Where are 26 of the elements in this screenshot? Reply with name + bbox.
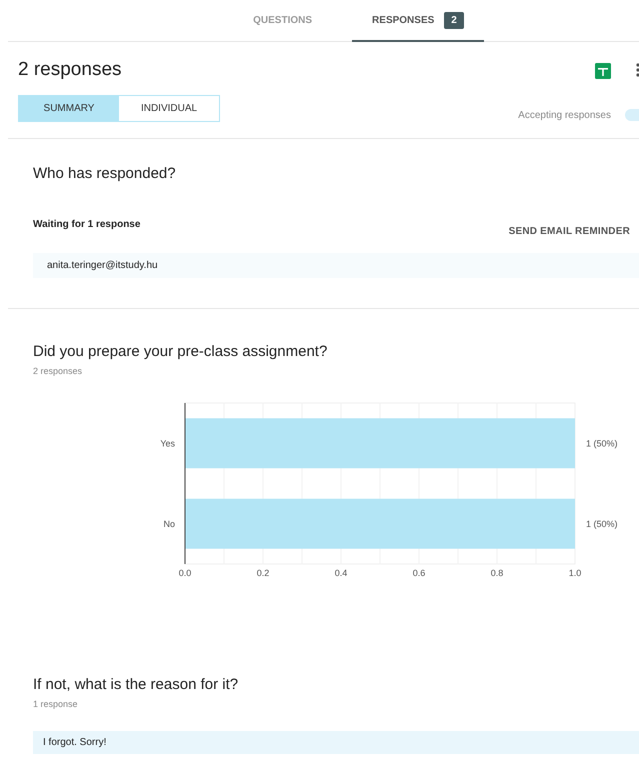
response-count: 1 response (33, 699, 79, 709)
tick-label: 0.0 (178, 568, 192, 578)
answer-row: I forgot. Sorry! (33, 731, 639, 754)
question-title: Did you prepare your pre-class assignment? (33, 343, 328, 360)
value-label: 1 (50%) (586, 518, 618, 529)
axis-label: No (163, 518, 175, 529)
response-count: 2 responses (33, 366, 84, 376)
tab[interactable]: RESPONSES 2 (352, 0, 484, 42)
section-title: Who has responded? (33, 165, 177, 182)
tick-label: 0.6 (412, 568, 426, 578)
toggle-label: Accepting responses (518, 110, 611, 120)
spreadsheet-icon[interactable] (595, 62, 611, 78)
reminder-button[interactable]: SEND EMAIL REMINDER (508, 226, 630, 237)
tick-label: 0.2 (256, 568, 270, 578)
responses-title: 2 responses (18, 59, 122, 81)
waiting-label: Waiting for 1 response (33, 219, 140, 232)
question-title: If not, what is the reason for it? (33, 676, 240, 693)
more-icon[interactable] (636, 63, 639, 77)
view-tab[interactable]: SUMMARY (19, 96, 119, 121)
tick-label: 1.0 (568, 568, 582, 578)
count-badge: 2 (444, 12, 464, 28)
tick-label: 0.4 (334, 568, 348, 578)
email-row: anita.teringer@itstudy.hu (33, 253, 639, 278)
value-label: 1 (50%) (586, 438, 618, 448)
tick-label: 0.8 (490, 568, 504, 578)
axis-label: Yes (160, 438, 175, 448)
